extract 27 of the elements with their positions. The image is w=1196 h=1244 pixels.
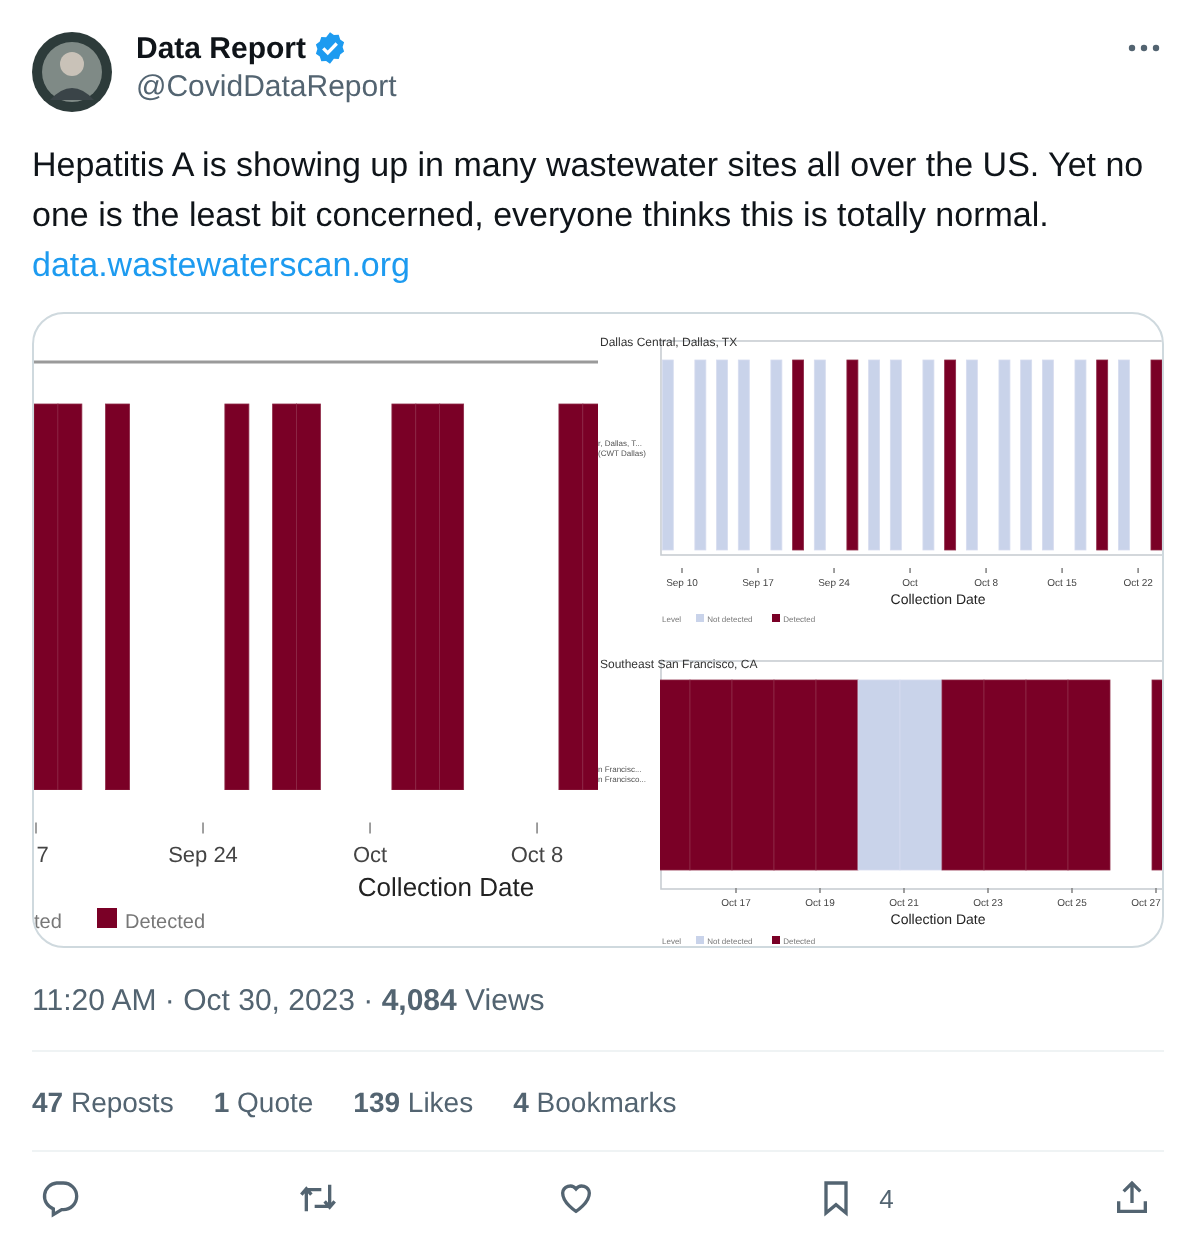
reply-icon[interactable] bbox=[40, 1178, 80, 1218]
tick-label: Sep 24 bbox=[168, 844, 238, 868]
legend-swatch bbox=[772, 614, 780, 622]
stat-link[interactable]: 47 Reposts bbox=[32, 1086, 174, 1118]
stat-link[interactable]: 139 Likes bbox=[353, 1086, 474, 1118]
legend-swatch bbox=[772, 936, 780, 944]
legend-swatch bbox=[696, 614, 704, 622]
tweet-text: Hepatitis A is showing up in many wastewater sites all over the US. Yet no one is the least bit concerned, everyone thinks this is totally normal. bbox=[32, 144, 1146, 238]
media-card[interactable] bbox=[32, 312, 1164, 948]
author-name[interactable]: Data Report bbox=[136, 31, 307, 65]
like-icon[interactable] bbox=[556, 1178, 597, 1218]
more-icon[interactable] bbox=[1128, 44, 1160, 52]
stat-link[interactable]: 4 Bookmarks bbox=[513, 1086, 677, 1118]
tick-label: Oct 8 bbox=[510, 844, 564, 868]
stat-link[interactable]: 1 Quote bbox=[213, 1086, 314, 1118]
tick-label: 7 bbox=[36, 844, 49, 868]
share-icon[interactable] bbox=[1111, 1178, 1152, 1218]
legend-label: ted bbox=[34, 912, 62, 934]
author-handle[interactable]: @CovidDataReport bbox=[136, 70, 1104, 104]
tick-label: Oct bbox=[352, 844, 388, 868]
legend-swatch bbox=[696, 936, 704, 944]
legend-label: Detected bbox=[125, 912, 206, 934]
avatar-icon[interactable] bbox=[32, 32, 112, 112]
legend-swatch bbox=[97, 908, 117, 928]
axis-title: Collection Date bbox=[357, 872, 535, 902]
action-count: 4 bbox=[879, 1183, 894, 1213]
timestamp: 11:20 AM · Oct 30, 2023 · 4,084 Views bbox=[32, 984, 547, 1018]
